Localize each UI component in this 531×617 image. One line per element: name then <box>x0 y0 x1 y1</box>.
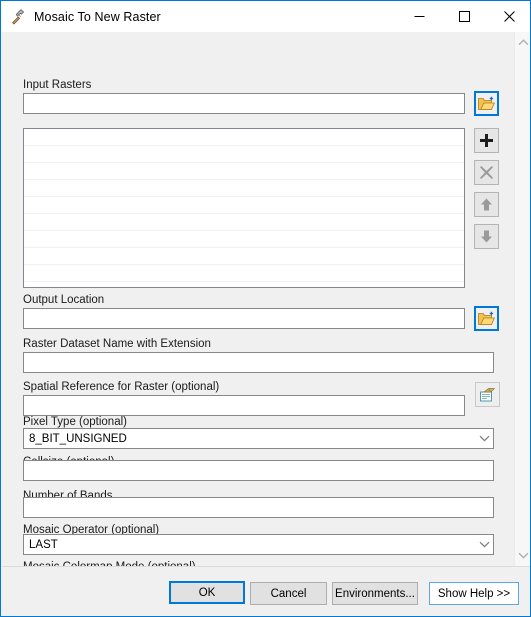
list-item[interactable] <box>24 163 464 180</box>
pixel-type-combo[interactable]: 8_BIT_UNSIGNED <box>23 428 494 449</box>
remove-button[interactable] <box>474 160 499 185</box>
list-item[interactable] <box>24 180 464 197</box>
hammer-icon <box>10 8 26 25</box>
add-button[interactable] <box>474 128 499 153</box>
maximize-button[interactable] <box>442 1 487 32</box>
show-help-button[interactable]: Show Help >> <box>429 582 519 605</box>
vertical-scrollbar[interactable] <box>514 32 530 566</box>
list-item[interactable] <box>24 231 464 248</box>
scrollbar-thumb[interactable] <box>516 51 530 546</box>
output-location-input[interactable] <box>23 308 465 329</box>
list-item[interactable] <box>24 265 464 282</box>
cancel-button[interactable]: Cancel <box>250 582 327 605</box>
cellsize-input[interactable] <box>23 460 494 481</box>
environments-button[interactable]: Environments... <box>332 582 418 605</box>
spatial-reference-input[interactable] <box>23 395 465 416</box>
list-item[interactable] <box>24 197 464 214</box>
parameters-form: Input Rasters Output Location Raster Dat… <box>2 32 514 566</box>
mosaic-operator-value: LAST <box>29 538 58 551</box>
output-location-browse-button[interactable] <box>474 306 499 331</box>
plus-icon <box>480 134 493 147</box>
folder-add-icon <box>478 96 495 110</box>
parameters-scroll-pane: Input Rasters Output Location Raster Dat… <box>2 32 530 566</box>
output-location-label: Output Location <box>23 294 105 306</box>
number-of-bands-input[interactable] <box>23 497 494 518</box>
window-controls <box>397 1 530 32</box>
pixel-type-value: 8_BIT_UNSIGNED <box>29 432 127 445</box>
dialog-button-bar: OK Cancel Environments... Show Help >> <box>2 566 530 616</box>
move-up-button[interactable] <box>474 192 499 217</box>
list-item[interactable] <box>24 129 464 146</box>
dialog-client-area: Input Rasters Output Location Raster Dat… <box>2 32 530 616</box>
raster-dataset-name-label: Raster Dataset Name with Extension <box>23 338 211 350</box>
input-rasters-input[interactable] <box>23 93 465 114</box>
chevron-down-icon[interactable] <box>475 435 493 442</box>
list-item[interactable] <box>24 248 464 265</box>
raster-dataset-name-input[interactable] <box>23 352 494 373</box>
tool-dialog-window: Mosaic To New Raster Input Rasters Outpu… <box>0 0 531 617</box>
chevron-up-icon[interactable] <box>515 34 530 51</box>
chevron-down-icon[interactable] <box>475 541 493 548</box>
list-item[interactable] <box>24 146 464 163</box>
cross-icon <box>480 166 493 179</box>
chevron-down-icon[interactable] <box>515 547 530 564</box>
close-button[interactable] <box>487 1 530 32</box>
list-item[interactable] <box>24 214 464 231</box>
move-down-button[interactable] <box>474 224 499 249</box>
window-title: Mosaic To New Raster <box>34 9 161 24</box>
minimize-button[interactable] <box>397 1 442 32</box>
input-rasters-label: Input Rasters <box>23 79 92 91</box>
ok-button[interactable]: OK <box>169 581 245 604</box>
arrow-up-icon <box>481 198 492 211</box>
mosaic-operator-combo[interactable]: LAST <box>23 534 494 555</box>
spatial-reference-browse-button[interactable] <box>475 382 500 407</box>
title-bar[interactable]: Mosaic To New Raster <box>1 1 530 32</box>
folder-add-icon <box>478 311 495 325</box>
pixel-type-label: Pixel Type (optional) <box>23 416 127 428</box>
arrow-down-icon <box>481 230 492 243</box>
input-rasters-listbox[interactable] <box>23 128 465 288</box>
input-rasters-browse-button[interactable] <box>474 91 499 116</box>
spatial-reference-icon <box>480 387 495 401</box>
spatial-reference-label: Spatial Reference for Raster (optional) <box>23 381 220 393</box>
